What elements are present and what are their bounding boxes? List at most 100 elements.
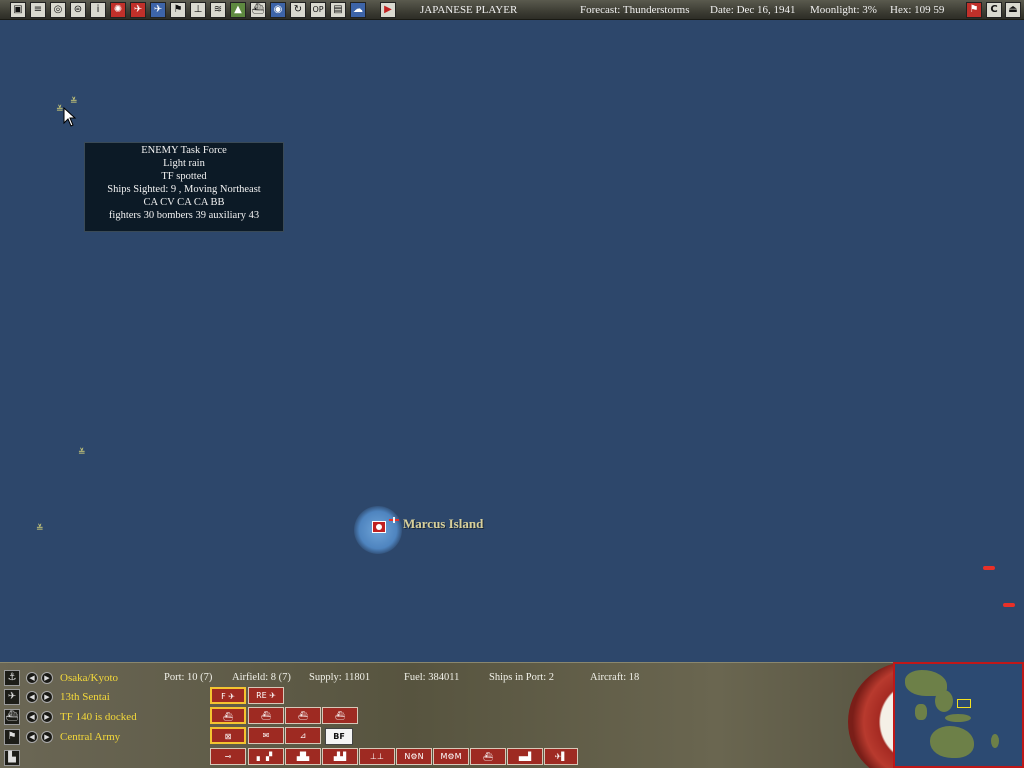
ship-icon[interactable]: ⛴ (4, 709, 20, 725)
tool-button[interactable]: ▖▗▘ (248, 748, 284, 765)
air-group-icon[interactable]: ✈ (130, 2, 146, 18)
factory-icon[interactable]: ▙ (4, 750, 20, 766)
friendly-task-force-icon[interactable]: ≚ (36, 525, 44, 534)
op-icon[interactable]: OP (310, 2, 326, 18)
play-icon[interactable]: ▶ (380, 2, 396, 18)
tooltip-line: Light rain (163, 158, 205, 169)
enemy-task-force-icon[interactable] (983, 566, 995, 570)
base-name[interactable]: Osaka/Kyoto (60, 672, 118, 684)
top-toolbar: ▣ ≡ ◎ ⊜ i ✺ ✈ ✈ ⚑ ⊥ ≋ ▲ ⛴ ◉ ↻ OP ▤ ☁ ▶ J… (0, 0, 1024, 20)
tooltip-line: Ships Sighted: 9 , Moving Northeast (107, 184, 261, 195)
moonlight-text: Moonlight: 3% (810, 4, 877, 16)
base-icon[interactable]: ▲ (230, 2, 246, 18)
naval-repair-button[interactable]: N⚙N (396, 748, 432, 765)
minimap-viewport[interactable] (957, 699, 971, 708)
player-title: JAPANESE PLAYER (420, 4, 518, 16)
air-unit-row: ✈ ◀ ▶ 13th Sentai F ✈ RE ✈ (0, 686, 840, 706)
document-icon[interactable]: ≡ (30, 2, 46, 18)
flag-icon[interactable]: ⚑ (170, 2, 186, 18)
air-unit-icon[interactable] (389, 517, 399, 523)
friendly-task-force-icon[interactable]: ≚ (78, 449, 86, 458)
hq-button[interactable]: ✉ (248, 727, 284, 744)
marcus-island-base-icon[interactable] (372, 521, 386, 533)
plane-icon[interactable]: ⊥ (190, 2, 206, 18)
tooltip-line: TF spotted (161, 171, 207, 182)
task-force-tooltip: ENEMY Task Force Light rain TF spotted S… (84, 142, 284, 232)
tool-button[interactable]: ⊸ (210, 748, 246, 765)
next-arrow-icon[interactable]: ▶ (41, 672, 53, 684)
port-stat: Port: 10 (7) (164, 672, 213, 683)
minimap[interactable] (893, 662, 1024, 768)
end-turn-flag-icon[interactable]: ⚑ (966, 2, 982, 18)
ship-type-button[interactable]: ⛴ (322, 707, 358, 724)
minimap-land (945, 714, 971, 722)
exit-icon[interactable]: ⏏ (1005, 2, 1021, 18)
aircraft-stat: Aircraft: 18 (590, 672, 640, 683)
enemy-task-force-icon[interactable] (1003, 603, 1015, 607)
table-icon[interactable]: ▤ (330, 2, 346, 18)
reload-icon[interactable]: ↻ (290, 2, 306, 18)
base-name-label[interactable]: Marcus Island (403, 516, 483, 532)
ship-list-icon[interactable]: ◎ (50, 2, 66, 18)
infantry-button[interactable]: ⊠ (210, 727, 246, 744)
minimap-land (930, 726, 974, 758)
airfield-stat: Airfield: 8 (7) (232, 672, 291, 683)
tool-button[interactable]: ▟▙ (285, 748, 321, 765)
tool-button[interactable]: ▄▟ (507, 748, 543, 765)
tooltip-line: fighters 30 bombers 39 auxiliary 43 (108, 210, 260, 221)
map-area[interactable]: ≚ ≚ ENEMY Task Force Light rain TF spott… (0, 20, 1024, 662)
ship-type-button[interactable]: ⛴ (285, 707, 321, 724)
land-unit-name[interactable]: Central Army (60, 731, 120, 743)
air-list-icon[interactable]: ⊜ (70, 2, 86, 18)
tooltip-line: CA CV CA CA BB (143, 197, 225, 208)
c-button[interactable]: C (986, 2, 1002, 18)
minimap-land (915, 704, 927, 720)
aircraft-icon[interactable]: ✈ (150, 2, 166, 18)
minimap-land (935, 690, 953, 712)
save-icon[interactable]: ▣ (10, 2, 26, 18)
ships-in-port-stat: Ships in Port: 2 (489, 672, 555, 683)
tools-row: ▙ ⊸ ▖▗▘ ▟▙ ▟▟ ⊥⊥ N⚙N M⚙M ⛴ ▄▟ ✈▌ (0, 747, 840, 767)
japan-flag-icon[interactable]: ✺ (110, 2, 126, 18)
tooltip-line: ENEMY Task Force (141, 145, 227, 156)
fighter-button[interactable]: F ✈ (210, 687, 246, 704)
friendly-task-force-icon[interactable]: ≚ (70, 98, 78, 107)
fuel-stat: Fuel: 384011 (404, 672, 460, 683)
base-row: ⚓ ◀ ▶ Osaka/Kyoto Port: 10 (7) Airfield:… (0, 667, 840, 687)
prev-arrow-icon[interactable]: ◀ (26, 731, 38, 743)
maintenance-button[interactable]: M⚙M (433, 748, 469, 765)
tool-button[interactable]: ▟▟ (322, 748, 358, 765)
tool-button[interactable]: ⊥⊥ (359, 748, 395, 765)
convoy-icon[interactable]: ≋ (210, 2, 226, 18)
info-icon[interactable]: i (90, 2, 106, 18)
base-force-button[interactable]: BF (325, 728, 353, 745)
ship-type-button[interactable]: ⛴ (248, 707, 284, 724)
air-unit-name[interactable]: 13th Sentai (60, 691, 110, 703)
task-force-status[interactable]: TF 140 is docked (60, 711, 137, 723)
task-force-row: ⛴ ◀ ▶ TF 140 is docked ⛴ ⛴ ⛴ ⛴ (0, 706, 840, 726)
date-text: Date: Dec 16, 1941 (710, 4, 796, 16)
tool-button[interactable]: ✈▌ (544, 748, 578, 765)
recon-button[interactable]: RE ✈ (248, 687, 284, 704)
prev-arrow-icon[interactable]: ◀ (26, 672, 38, 684)
ship-type-button[interactable]: ⛴ (210, 707, 246, 724)
engineer-button[interactable]: ⊿ (285, 727, 321, 744)
prev-arrow-icon[interactable]: ◀ (26, 691, 38, 703)
airplane-icon[interactable]: ✈ (4, 689, 20, 705)
forecast-text: Forecast: Thunderstorms (580, 4, 690, 16)
ship-icon[interactable]: ⛴ (250, 2, 266, 18)
supply-stat: Supply: 11801 (309, 672, 371, 683)
anchor-icon[interactable]: ⚓ (4, 670, 20, 686)
land-unit-row: ⚑ ◀ ▶ Central Army ⊠ ✉ ⊿ BF (0, 726, 840, 746)
globe-icon[interactable]: ◉ (270, 2, 286, 18)
next-arrow-icon[interactable]: ▶ (41, 731, 53, 743)
mouse-cursor-icon (63, 107, 77, 127)
minimap-land (991, 734, 999, 748)
tool-button[interactable]: ⛴ (470, 748, 506, 765)
cloud-icon[interactable]: ☁ (350, 2, 366, 18)
next-arrow-icon[interactable]: ▶ (41, 691, 53, 703)
prev-arrow-icon[interactable]: ◀ (26, 711, 38, 723)
hex-text: Hex: 109 59 (890, 4, 945, 16)
flag-icon[interactable]: ⚑ (4, 729, 20, 745)
next-arrow-icon[interactable]: ▶ (41, 711, 53, 723)
